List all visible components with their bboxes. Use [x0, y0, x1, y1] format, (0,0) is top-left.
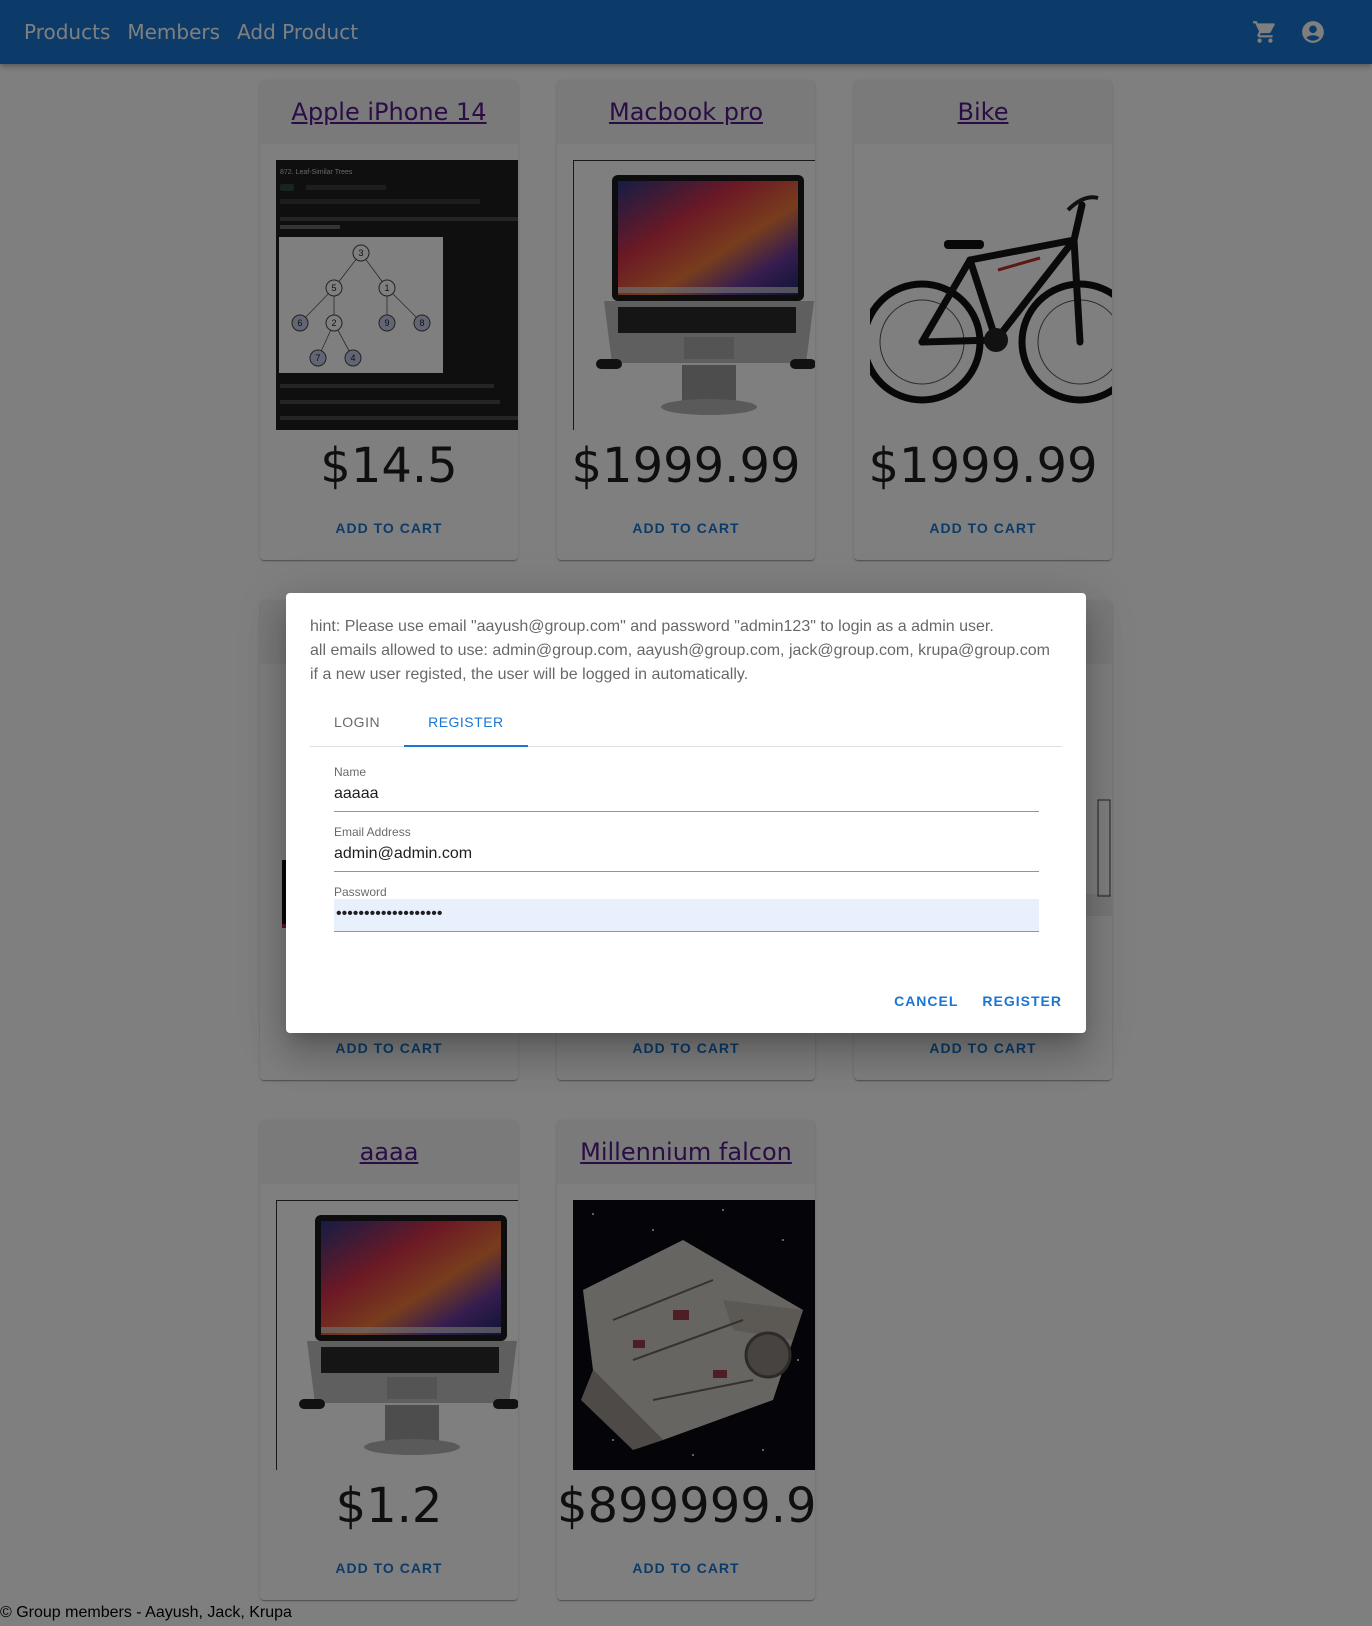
login-hint: hint: Please use email "aayush@group.com… — [310, 615, 1070, 687]
email-label: Email Address — [334, 825, 411, 839]
password-label: Password — [334, 885, 387, 899]
password-input[interactable]: ••••••••••••••••••• — [334, 899, 1039, 932]
hint-line: hint: Please use email "aayush@group.com… — [310, 618, 994, 635]
name-input[interactable]: aaaaa — [334, 779, 1039, 812]
email-input[interactable]: admin@admin.com — [334, 839, 1039, 872]
tab-register[interactable]: REGISTER — [404, 697, 528, 747]
hint-line: if a new user registed, the user will be… — [310, 666, 749, 683]
dialog-actions: CANCEL REGISTER — [886, 985, 1070, 1017]
tab-login[interactable]: LOGIN — [310, 697, 404, 747]
auth-dialog: hint: Please use email "aayush@group.com… — [286, 593, 1086, 1033]
password-field[interactable]: Password ••••••••••••••••••• — [334, 885, 1039, 932]
hint-line: all emails allowed to use: admin@group.c… — [310, 642, 1050, 659]
email-field[interactable]: Email Address admin@admin.com — [334, 825, 1039, 872]
cancel-button[interactable]: CANCEL — [886, 985, 966, 1017]
auth-tabs: LOGIN REGISTER — [310, 697, 1062, 747]
register-button[interactable]: REGISTER — [974, 985, 1070, 1017]
name-field[interactable]: Name aaaaa — [334, 765, 1039, 812]
name-label: Name — [334, 765, 367, 779]
